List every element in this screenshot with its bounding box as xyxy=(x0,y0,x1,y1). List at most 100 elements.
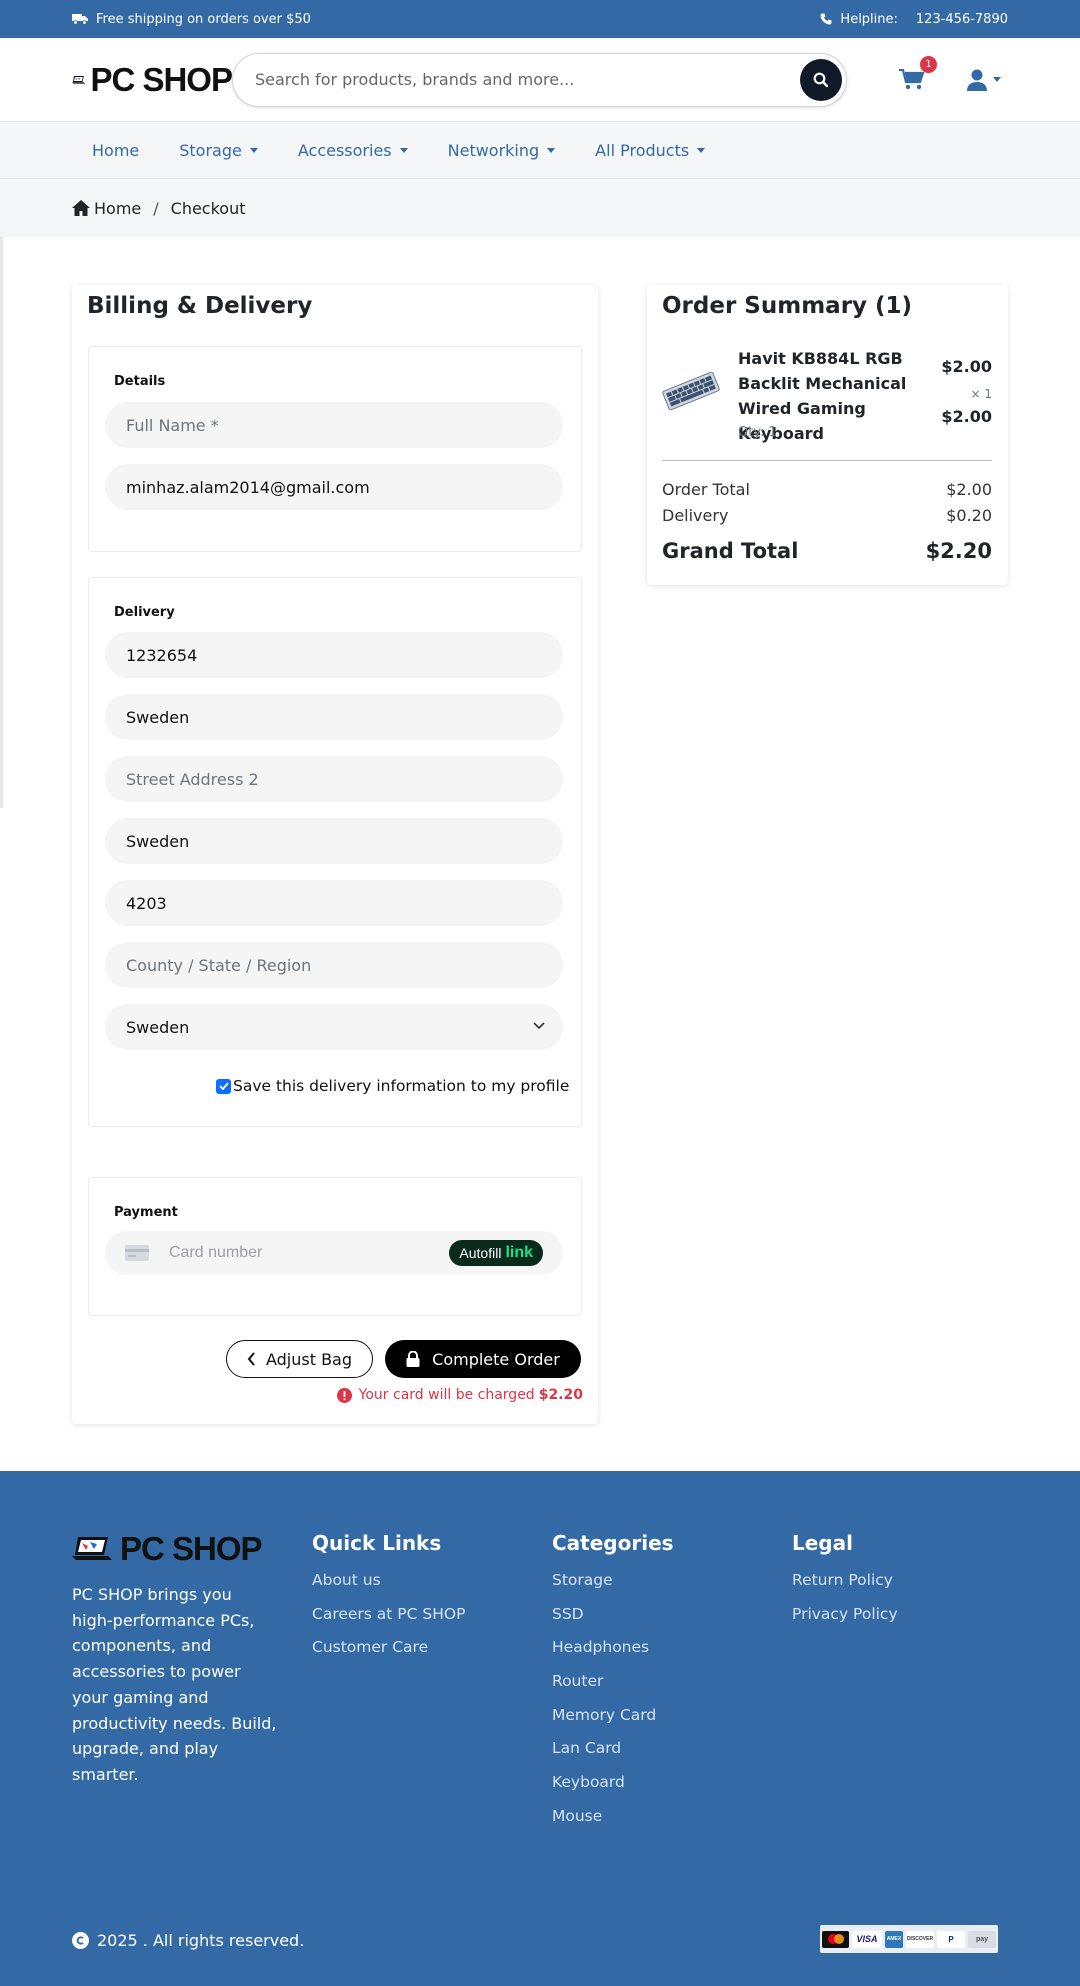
copyright-text: 2025 . All rights reserved. xyxy=(97,1931,305,1950)
discover-icon: DISCOVER xyxy=(906,1930,934,1948)
search-input[interactable] xyxy=(255,70,800,89)
search-button[interactable] xyxy=(800,58,842,101)
order-total-label: Order Total xyxy=(662,480,750,499)
charge-notice: Your card will be charged $2.20 xyxy=(336,1387,583,1403)
footer-category-lan-card[interactable]: Lan Card xyxy=(552,1739,674,1773)
product-line-total: $2.00 xyxy=(941,407,992,426)
product-qty: Qty: 1 xyxy=(738,425,777,440)
chevron-down-icon xyxy=(993,77,1001,82)
complete-order-button[interactable]: Complete Order xyxy=(385,1340,581,1378)
footer-legal: Legal Return Policy Privacy Policy xyxy=(792,1531,898,1638)
delivery-fee-value: $0.20 xyxy=(946,506,992,525)
quick-links-title: Quick Links xyxy=(312,1531,442,1555)
save-delivery-checkbox[interactable] xyxy=(216,1078,231,1094)
legal-title: Legal xyxy=(792,1531,853,1555)
copyright: 2025 . All rights reserved. xyxy=(72,1931,304,1950)
county-field[interactable]: County / State / Region xyxy=(105,942,563,988)
categories-title: Categories xyxy=(552,1531,674,1555)
footer-link-return-policy[interactable]: Return Policy xyxy=(792,1571,898,1605)
payment-label: Payment xyxy=(114,1205,178,1220)
breadcrumb-home[interactable]: Home xyxy=(94,199,141,218)
laptop-logo-icon xyxy=(72,1537,112,1560)
billing-title: Billing & Delivery xyxy=(87,293,313,319)
street-address-field[interactable]: Sweden xyxy=(105,694,563,740)
chevron-down-icon xyxy=(249,147,258,153)
footer-category-storage[interactable]: Storage xyxy=(552,1571,674,1605)
paypal-icon: P xyxy=(937,1930,965,1948)
autofill-link-button[interactable]: Autofill link xyxy=(449,1240,543,1266)
footer-category-memory-card[interactable]: Memory Card xyxy=(552,1706,674,1740)
grand-total-row: Grand Total $2.20 xyxy=(662,539,992,563)
footer-category-mouse[interactable]: Mouse xyxy=(552,1807,674,1841)
chevron-down-icon xyxy=(399,147,408,153)
nav-storage[interactable]: Storage xyxy=(159,141,278,160)
postcode-field[interactable]: 4203 xyxy=(105,880,563,926)
grand-total-label: Grand Total xyxy=(662,539,799,563)
footer-category-router[interactable]: Router xyxy=(552,1672,674,1706)
card-number-placeholder: Card number xyxy=(169,1244,263,1261)
footer-about: PC SHOP brings you high-performance PCs,… xyxy=(72,1585,277,1784)
search-bar xyxy=(232,52,847,107)
main-nav: Home Storage Accessories Networking All … xyxy=(0,122,1080,179)
cart-icon xyxy=(899,68,925,89)
chevron-down-icon xyxy=(697,147,706,153)
phone-field[interactable]: 1232654 xyxy=(105,632,563,678)
nav-home[interactable]: Home xyxy=(72,141,159,160)
full-name-field[interactable]: Full Name * xyxy=(105,402,563,448)
nav-home-label: Home xyxy=(92,140,140,160)
search-icon xyxy=(813,72,829,87)
footer-category-keyboard[interactable]: Keyboard xyxy=(552,1773,674,1807)
user-menu[interactable] xyxy=(967,69,1001,91)
footer-link-about[interactable]: About us xyxy=(312,1571,465,1605)
charge-amount: $2.20 xyxy=(538,1387,583,1403)
city-field[interactable]: Sweden xyxy=(105,818,563,864)
visa-icon: VISA xyxy=(852,1930,882,1948)
nav-networking[interactable]: Networking xyxy=(428,141,576,160)
user-icon xyxy=(967,69,987,91)
copyright-icon xyxy=(72,1932,89,1949)
payment-methods: VISA AMEX DISCOVER P pay xyxy=(820,1925,998,1953)
chevron-left-icon xyxy=(247,1352,255,1366)
grand-total-value: $2.20 xyxy=(925,539,992,563)
credit-card-icon xyxy=(125,1245,149,1261)
adjust-bag-button[interactable]: Adjust Bag xyxy=(226,1340,373,1378)
email-field[interactable]: minhaz.alam2014@gmail.com xyxy=(105,464,563,510)
check-icon xyxy=(218,1082,229,1090)
footer: PC SHOP PC SHOP brings you high-performa… xyxy=(0,1471,1080,1986)
country-select[interactable]: Sweden xyxy=(105,1004,563,1050)
product-multiplier: × 1 xyxy=(970,387,992,401)
cart-button[interactable]: 1 xyxy=(897,55,937,95)
link-logo: link xyxy=(505,1244,533,1261)
footer-link-careers[interactable]: Careers at PC SHOP xyxy=(312,1605,465,1639)
chevron-down-icon xyxy=(547,147,556,153)
helpline-number[interactable]: 123-456-7890 xyxy=(916,12,1008,27)
charge-text: Your card will be charged xyxy=(358,1387,535,1403)
delivery-section: Delivery 1232654 Sweden Street Address 2… xyxy=(88,577,582,1127)
nav-storage-label: Storage xyxy=(179,140,242,160)
breadcrumb-separator: / xyxy=(153,198,159,218)
footer-category-ssd[interactable]: SSD xyxy=(552,1605,674,1639)
footer-category-headphones[interactable]: Headphones xyxy=(552,1638,674,1672)
footer-link-privacy-policy[interactable]: Privacy Policy xyxy=(792,1605,898,1639)
alert-circle-icon xyxy=(336,1387,352,1403)
mastercard-icon xyxy=(822,1930,849,1948)
details-section: Details Full Name * minhaz.alam2014@gmai… xyxy=(88,346,582,552)
card-number-field[interactable]: Card number Autofill link xyxy=(105,1231,563,1275)
nav-all-products[interactable]: All Products xyxy=(575,141,725,160)
order-total-value: $2.00 xyxy=(946,480,992,499)
footer-logo[interactable]: PC SHOP xyxy=(72,1530,263,1568)
footer-link-customer-care[interactable]: Customer Care xyxy=(312,1638,465,1672)
delivery-row: Delivery $0.20 xyxy=(662,506,992,525)
cart-count-badge: 1 xyxy=(920,55,937,73)
summary-divider xyxy=(662,460,992,461)
billing-card: Billing & Delivery Details Full Name * m… xyxy=(72,285,598,1424)
logo[interactable]: PC SHOP xyxy=(72,61,232,99)
nav-accessories[interactable]: Accessories xyxy=(278,141,428,160)
nav-accessories-label: Accessories xyxy=(297,140,392,160)
footer-quick-links: Quick Links About us Careers at PC SHOP … xyxy=(312,1531,465,1672)
complete-order-label: Complete Order xyxy=(432,1349,560,1369)
save-delivery-label: Save this delivery information to my pro… xyxy=(233,1077,570,1095)
street-address-2-field[interactable]: Street Address 2 xyxy=(105,756,563,802)
footer-categories: Categories Storage SSD Headphones Router… xyxy=(552,1531,674,1841)
helpline-label: Helpline: xyxy=(840,11,898,27)
